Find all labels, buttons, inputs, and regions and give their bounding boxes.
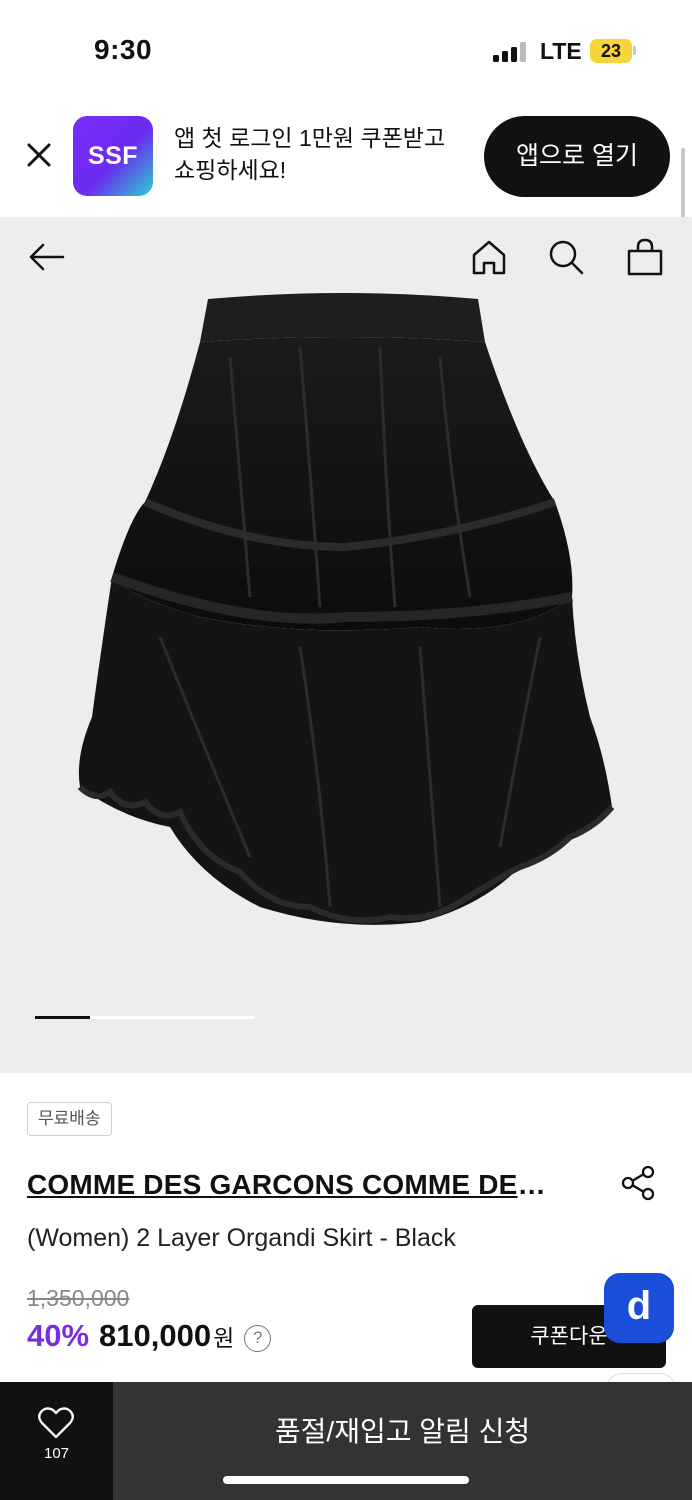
- status-time: 9:30: [94, 34, 153, 65]
- discount-rate: 40%: [27, 1318, 90, 1353]
- product-image-carousel[interactable]: [0, 217, 692, 1073]
- open-app-button[interactable]: 앱으로 열기: [484, 116, 670, 197]
- close-icon[interactable]: [22, 138, 56, 172]
- free-shipping-badge: 무료배송: [27, 1102, 112, 1136]
- carousel-indicator: [35, 1016, 255, 1019]
- home-icon[interactable]: [469, 237, 509, 277]
- home-indicator: [223, 1476, 469, 1484]
- battery-tip: [633, 46, 636, 55]
- price-row: 40% 810,000 원 ?: [27, 1318, 272, 1358]
- original-price: 1,350,000: [27, 1285, 130, 1311]
- shopping-bag-icon[interactable]: [625, 237, 665, 277]
- product-name: (Women) 2 Layer Organdi Skirt - Black: [27, 1224, 456, 1252]
- back-arrow-icon[interactable]: [27, 237, 67, 277]
- banner-message: 앱 첫 로그인 1만원 쿠폰받고 쇼핑하세요!: [174, 125, 446, 183]
- d-floating-button[interactable]: d: [604, 1273, 674, 1343]
- share-icon[interactable]: [619, 1164, 657, 1202]
- status-bar: 9:30 LTE 23: [0, 0, 692, 100]
- product-info: 무료배송 COMME DES GARCONS COMME DES GARCONS…: [0, 1073, 692, 1389]
- image-top-nav: [0, 217, 692, 297]
- price-help-icon[interactable]: ?: [244, 1324, 272, 1352]
- cellular-signal-icon: [493, 42, 529, 62]
- product-photo: [77, 293, 615, 925]
- brand-name-link[interactable]: COMME DES GARCONS COMME DES GARCONS: [27, 1169, 547, 1201]
- battery-level: 23: [590, 39, 632, 63]
- wishlist-count: 107: [43, 1445, 70, 1462]
- ssf-app-logo: SSF: [73, 116, 153, 196]
- currency-unit: 원: [213, 1325, 235, 1351]
- carousel-indicator-active: [35, 1016, 90, 1019]
- sale-price: 810,000: [99, 1318, 212, 1353]
- bottom-action-bar: 107 품절/재입고 알림 신청: [0, 1382, 692, 1500]
- app-download-banner: SSF 앱 첫 로그인 1만원 쿠폰받고 쇼핑하세요! 앱으로 열기: [0, 100, 692, 217]
- wishlist-button[interactable]: 107: [0, 1382, 113, 1500]
- search-icon[interactable]: [546, 237, 586, 277]
- network-type: LTE: [540, 38, 582, 64]
- heart-icon: [38, 1407, 74, 1439]
